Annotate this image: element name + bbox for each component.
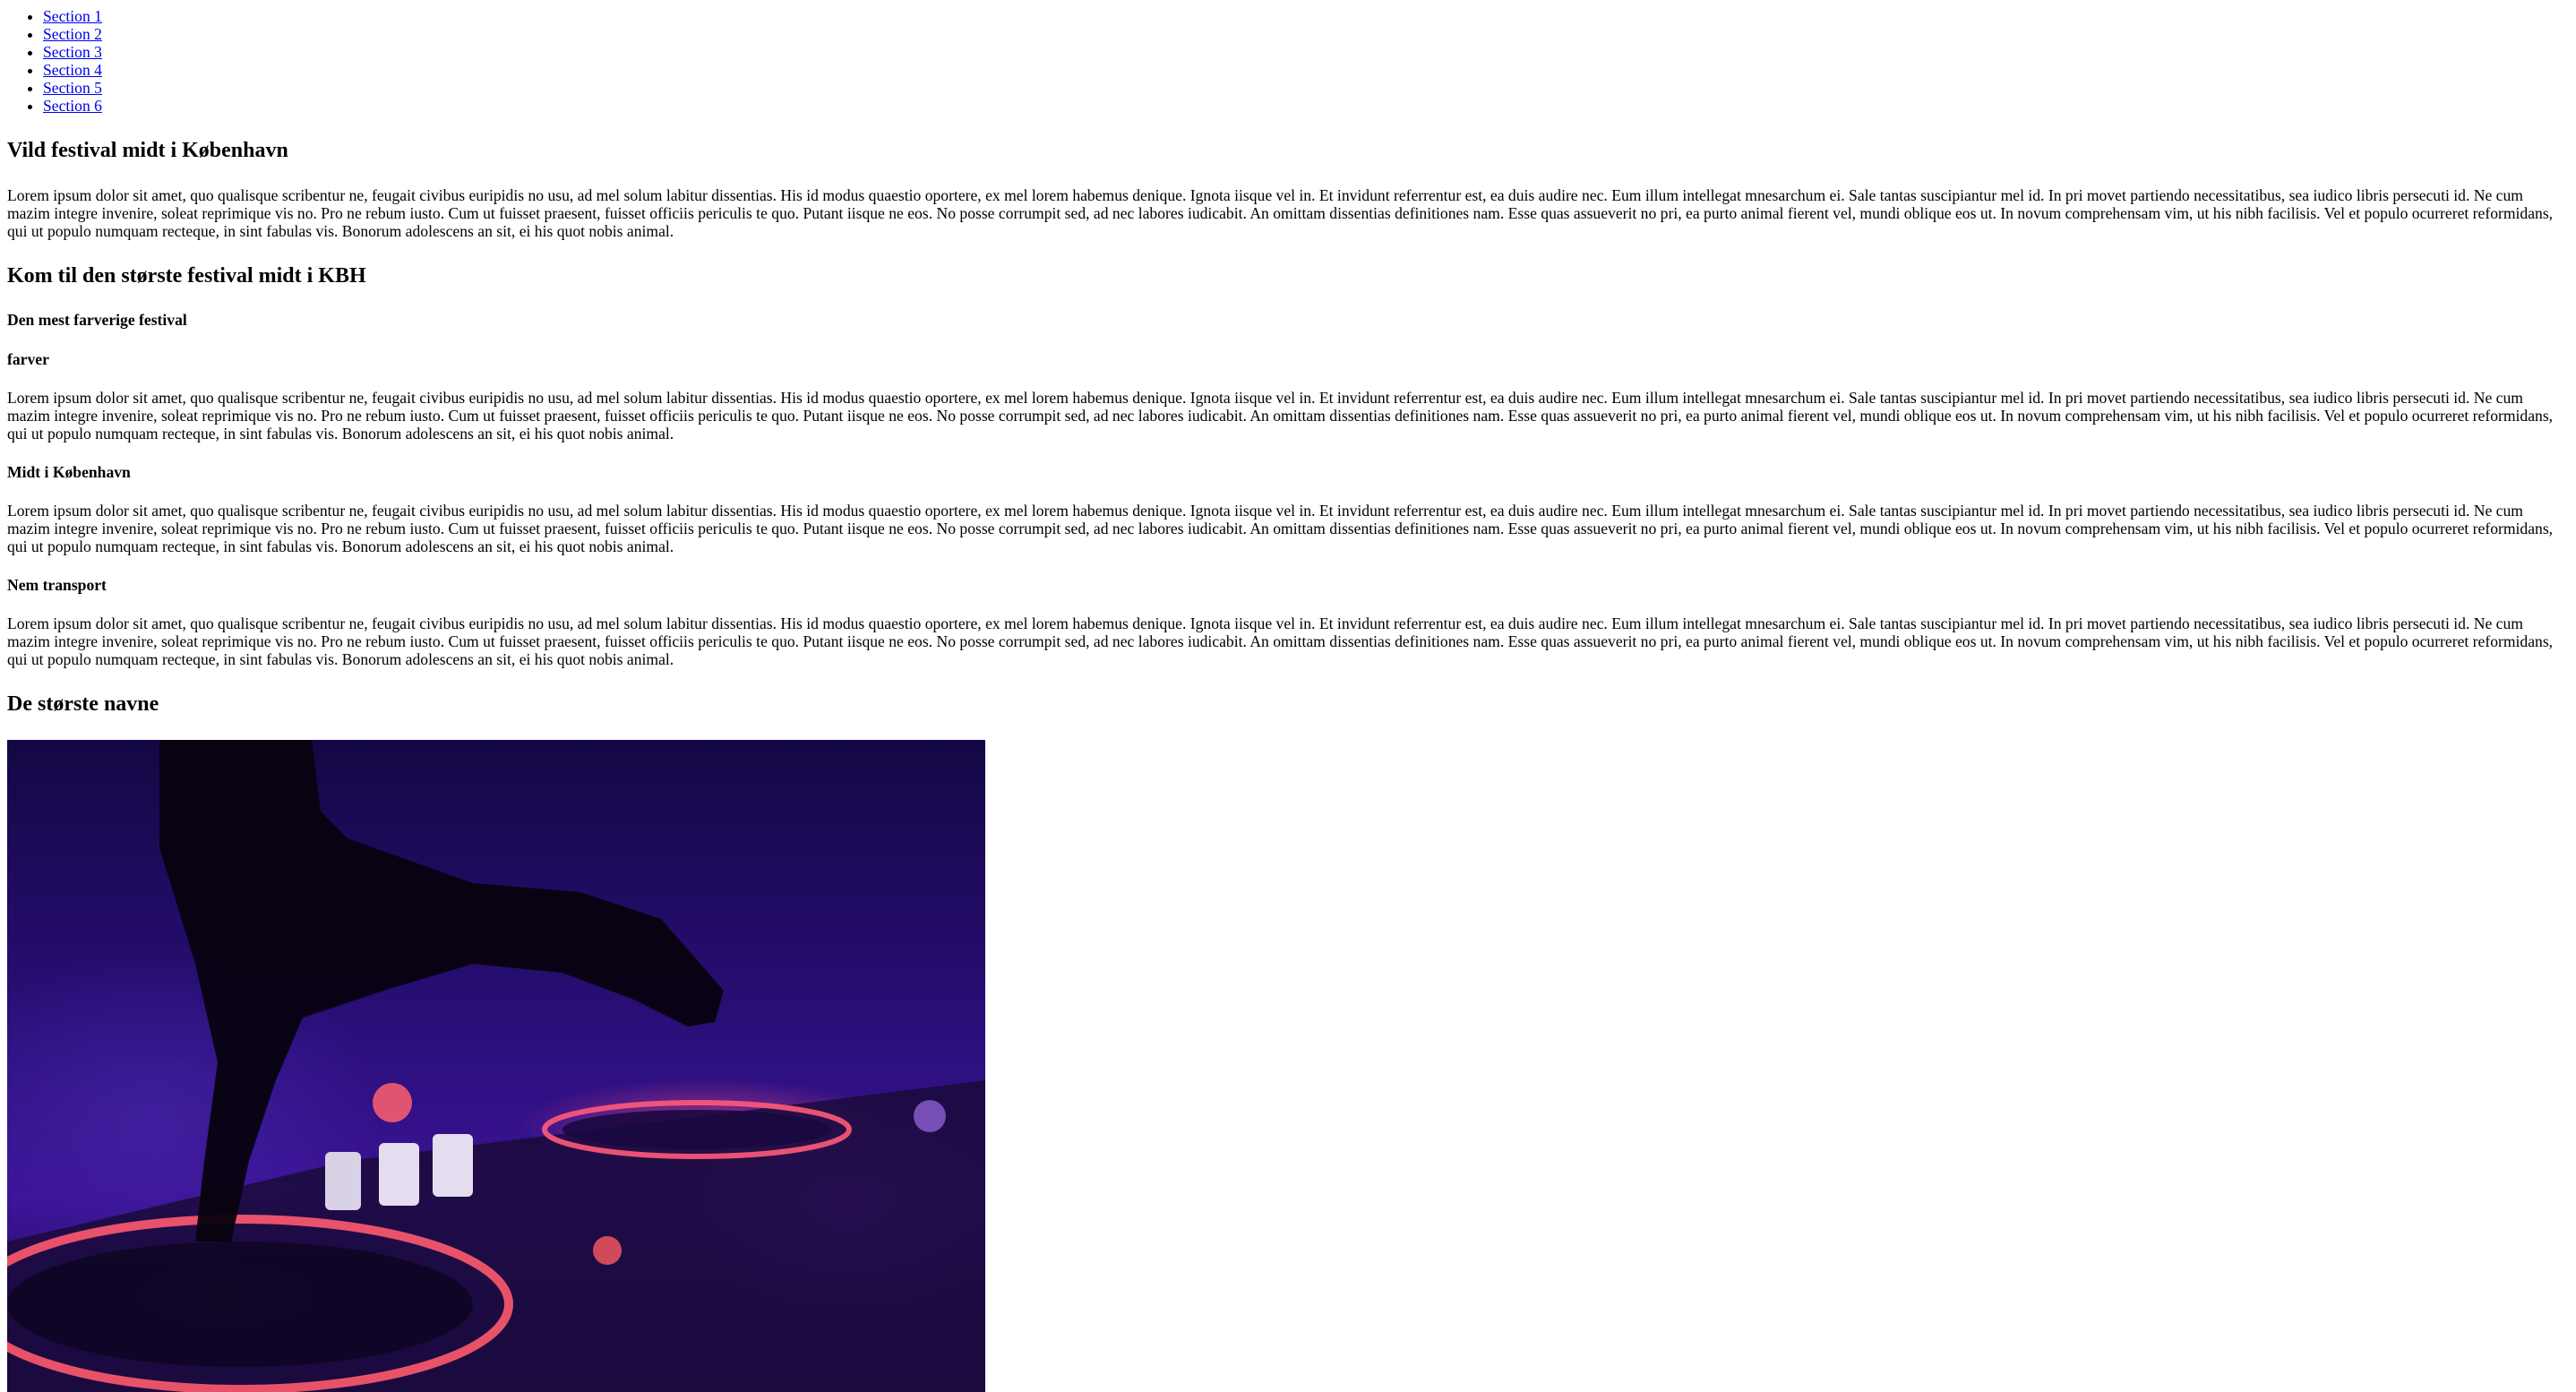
nav-link-section-6[interactable]: Section 6	[43, 97, 102, 115]
knob-1	[325, 1152, 361, 1210]
nav-item-section-5: Section 5	[43, 79, 2569, 97]
section-title-storste-navne: De største navne	[7, 692, 159, 716]
paragraph-transport: Lorem ipsum dolor sit amet, quo qualisqu…	[7, 614, 2554, 668]
subtitle-farver: farver	[7, 350, 49, 368]
subtitle-nem-transport: Nem transport	[7, 576, 107, 594]
section-title-kom-til: Kom til den største festival midt i KBH	[7, 264, 366, 288]
nav-link-section-2[interactable]: Section 2	[43, 25, 102, 43]
nav-item-section-6: Section 6	[43, 97, 2569, 115]
nav-item-section-3: Section 3	[43, 43, 2569, 61]
nav-item-section-1: Section 1	[43, 7, 2569, 25]
nav-item-section-2: Section 2	[43, 25, 2569, 43]
nav-link-section-5[interactable]: Section 5	[43, 79, 102, 97]
nav-link-section-3[interactable]: Section 3	[43, 43, 102, 61]
dj-mixer-illustration	[7, 740, 985, 1392]
nav-item-section-4: Section 4	[43, 61, 2569, 79]
paragraph-intro: Lorem ipsum dolor sit amet, quo qualisqu…	[7, 186, 2554, 240]
nav-link-section-1[interactable]: Section 1	[43, 7, 102, 25]
paragraph-farver: Lorem ipsum dolor sit amet, quo qualisqu…	[7, 389, 2554, 443]
section-title-vild-festival: Vild festival midt i København	[7, 139, 288, 162]
knob-2	[379, 1143, 419, 1206]
page: Section 1 Section 2 Section 3 Section 4 …	[0, 0, 2576, 1392]
dj-hero-image	[7, 740, 985, 1392]
subtitle-mest-farverige: Den mest farverige festival	[7, 311, 187, 329]
paragraph-midt: Lorem ipsum dolor sit amet, quo qualisqu…	[7, 502, 2554, 555]
knob-3	[433, 1134, 473, 1197]
subtitle-midt-i-kobenhavn: Midt i København	[7, 463, 131, 481]
section-nav: Section 1 Section 2 Section 3 Section 4 …	[7, 7, 2569, 115]
nav-link-section-4[interactable]: Section 4	[43, 61, 102, 79]
